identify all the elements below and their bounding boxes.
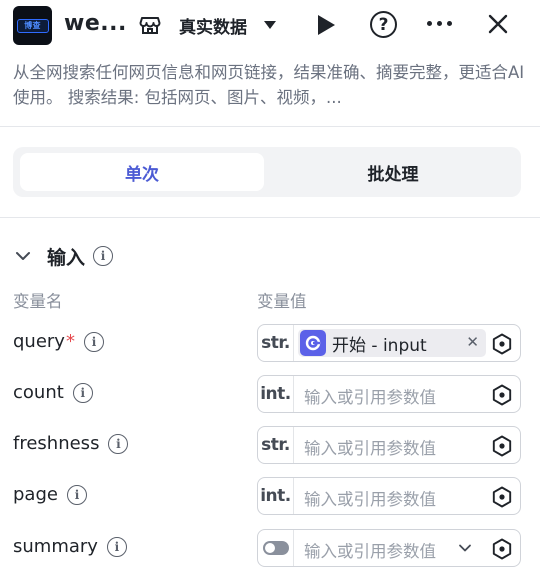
value-input[interactable]: 输入或引用参数值	[304, 486, 436, 510]
header: 博查 we... 真实数据 ?	[0, 0, 540, 52]
plugin-description: 从全网搜索任何网页信息和网页链接，结果准确、摘要完整，更适合AI使用。 搜索结果…	[13, 63, 525, 107]
divider	[0, 126, 540, 127]
close-icon[interactable]	[487, 13, 509, 35]
chip-label: 开始 - input	[332, 335, 427, 356]
reference-chip[interactable]: 开始 - input ✕	[298, 329, 486, 357]
run-button[interactable]	[316, 14, 336, 36]
type-tag: str.	[258, 325, 294, 361]
value-select[interactable]: 输入或引用参数值	[304, 538, 452, 562]
column-header-value: 变量值	[257, 292, 307, 311]
param-field-page[interactable]: int. 输入或引用参数值	[257, 477, 521, 515]
info-icon[interactable]: i	[66, 484, 87, 505]
param-name: count	[13, 382, 64, 403]
param-label-summary: summary i	[13, 536, 127, 557]
param-field-query[interactable]: str. 开始 - input ✕	[257, 324, 521, 362]
type-tag: str.	[258, 427, 294, 463]
clear-icon[interactable]: ✕	[466, 333, 479, 351]
info-icon[interactable]: i	[72, 382, 93, 403]
type-tag: int.	[258, 376, 294, 412]
type-tag: int.	[258, 478, 294, 514]
variable-ref-icon[interactable]	[491, 538, 513, 560]
param-label-query: query * i	[13, 331, 104, 352]
chevron-down-icon[interactable]	[13, 246, 33, 266]
param-label-freshness: freshness i	[13, 433, 129, 454]
param-name: page	[13, 484, 58, 505]
plugin-logo: 博查	[13, 6, 52, 45]
info-icon[interactable]: i	[106, 536, 127, 557]
param-name: query	[13, 331, 65, 352]
value-input[interactable]: 输入或引用参数值	[304, 435, 436, 459]
variable-ref-icon[interactable]	[491, 486, 513, 508]
caret-down-icon[interactable]	[264, 21, 276, 29]
param-field-count[interactable]: int. 输入或引用参数值	[257, 375, 521, 413]
data-mode-select[interactable]: 真实数据	[179, 13, 247, 38]
tab-batch[interactable]: 批处理	[271, 153, 515, 191]
type-tag-bool	[258, 530, 294, 566]
start-node-icon	[300, 330, 326, 356]
run-mode-tabs: 单次 批处理	[13, 147, 521, 197]
store-icon[interactable]	[139, 14, 161, 36]
info-icon[interactable]: i	[83, 331, 104, 352]
divider	[0, 217, 540, 218]
chevron-down-icon[interactable]	[458, 541, 472, 555]
more-icon[interactable]	[427, 21, 452, 26]
info-icon[interactable]: i	[108, 433, 129, 454]
variable-ref-icon[interactable]	[491, 333, 513, 355]
value-input[interactable]: 输入或引用参数值	[304, 384, 436, 408]
variable-ref-icon[interactable]	[491, 435, 513, 457]
input-section-header[interactable]: 输入 i	[13, 242, 114, 270]
tab-single[interactable]: 单次	[20, 153, 264, 191]
info-icon[interactable]: i	[93, 246, 114, 266]
variable-ref-icon[interactable]	[491, 384, 513, 406]
help-icon[interactable]: ?	[370, 11, 397, 38]
column-header-name: 变量名	[13, 292, 63, 311]
param-field-summary[interactable]: 输入或引用参数值	[257, 529, 521, 567]
toggle-icon	[263, 541, 289, 555]
param-label-page: page i	[13, 484, 87, 505]
logo-text: 博查	[24, 21, 41, 30]
param-label-count: count i	[13, 382, 93, 403]
param-name: freshness	[13, 433, 100, 454]
section-title: 输入	[47, 246, 86, 269]
param-name: summary	[13, 536, 98, 557]
required-mark: *	[65, 331, 75, 352]
param-field-freshness[interactable]: str. 输入或引用参数值	[257, 426, 521, 464]
plugin-title: we...	[64, 11, 127, 36]
